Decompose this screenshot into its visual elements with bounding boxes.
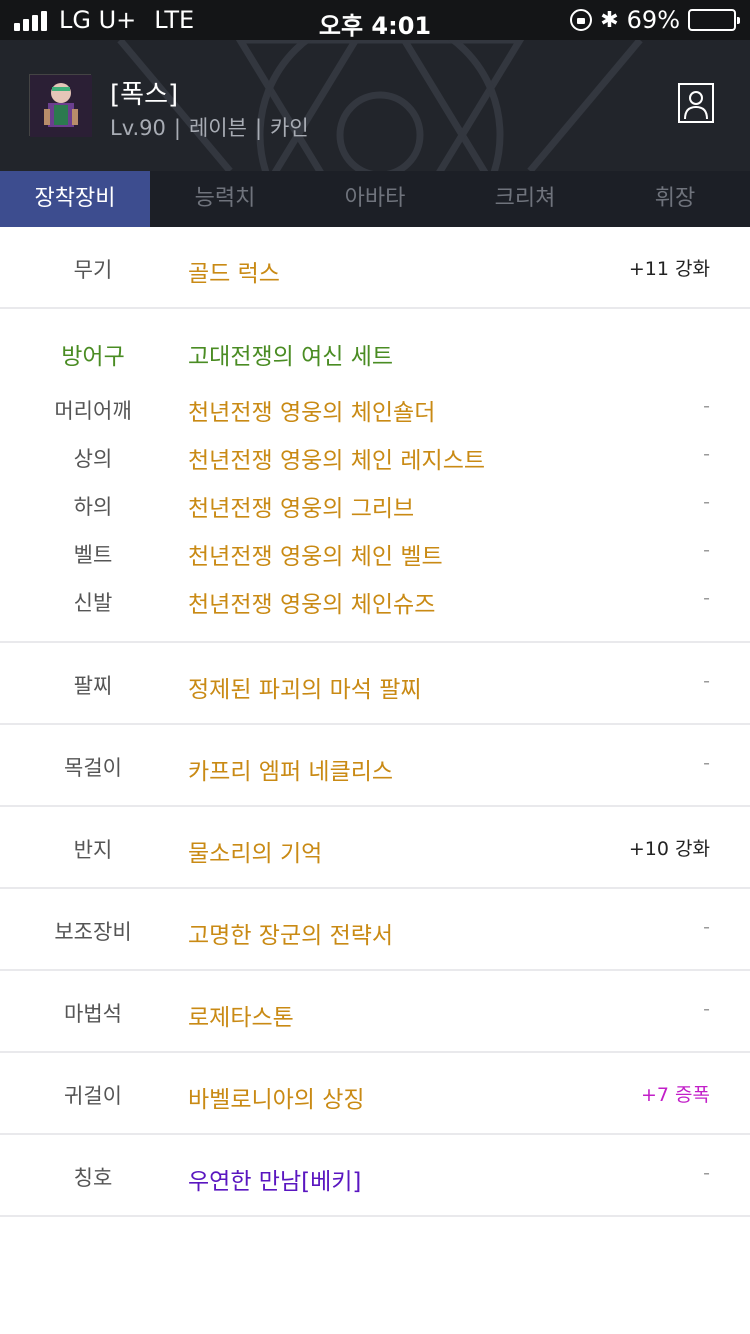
tab-emblem[interactable]: 휘장 bbox=[600, 171, 750, 227]
tab-creature[interactable]: 크리쳐 bbox=[450, 171, 600, 227]
item-enhance: - bbox=[703, 752, 710, 774]
item-name: 정제된 파괴의 마석 팔찌 bbox=[188, 677, 422, 703]
item-enhance: - bbox=[703, 670, 710, 692]
slot-label: 반지 bbox=[73, 838, 113, 862]
equipment-row-magic-stone[interactable]: 마법석 로제타스톤 - bbox=[0, 971, 750, 1053]
tab-bar: 장착장비 능력치 아바타 크리쳐 휘장 bbox=[0, 171, 750, 227]
armor-row-top[interactable]: 상의 천년전쟁 영웅의 체인 레지스트 - bbox=[0, 443, 750, 491]
slot-label: 칭호 bbox=[73, 1166, 113, 1190]
slot-label: 하의 bbox=[73, 495, 113, 519]
equipment-row-ring[interactable]: 반지 물소리의 기억 +10 강화 bbox=[0, 807, 750, 889]
slot-label: 목걸이 bbox=[64, 756, 122, 780]
slot-label: 신발 bbox=[73, 591, 113, 615]
item-name: 천년전쟁 영웅의 체인슈즈 bbox=[188, 592, 436, 618]
item-name: 로제타스톤 bbox=[188, 1005, 294, 1031]
equipment-row-earring[interactable]: 귀걸이 바벨로니아의 상징 +7 증폭 bbox=[0, 1053, 750, 1135]
item-enhance: - bbox=[703, 443, 710, 465]
item-name: 우연한 만남[베키] bbox=[188, 1169, 362, 1195]
equipment-list: 무기 골드 럭스 +11 강화 방어구 고대전쟁의 여신 세트 머리어깨 천년전… bbox=[0, 227, 750, 1217]
tab-avatar[interactable]: 아바타 bbox=[300, 171, 450, 227]
equipment-row-necklace[interactable]: 목걸이 카프리 엠퍼 네클리스 - bbox=[0, 725, 750, 807]
slot-label: 무기 bbox=[73, 258, 113, 282]
item-enhance: - bbox=[703, 491, 710, 513]
character-level: Lv.90 bbox=[110, 116, 166, 140]
slot-label: 상의 bbox=[73, 447, 113, 471]
character-avatar bbox=[29, 74, 92, 137]
slot-label: 보조장비 bbox=[54, 920, 132, 944]
item-amplify: +7 증폭 bbox=[640, 1084, 710, 1106]
person-icon bbox=[684, 91, 708, 120]
equipment-row-title[interactable]: 칭호 우연한 만남[베키] - bbox=[0, 1135, 750, 1217]
armor-row-belt[interactable]: 벨트 천년전쟁 영웅의 체인 벨트 - bbox=[0, 539, 750, 587]
item-name: 물소리의 기억 bbox=[188, 841, 323, 867]
item-enhance: - bbox=[703, 395, 710, 417]
character-name: [폭스] bbox=[110, 80, 179, 110]
tab-equipment[interactable]: 장착장비 bbox=[0, 171, 150, 227]
item-name: 카프리 엠퍼 네클리스 bbox=[188, 759, 394, 785]
tab-stats[interactable]: 능력치 bbox=[150, 171, 300, 227]
equipment-row-weapon[interactable]: 무기 골드 럭스 +11 강화 bbox=[0, 227, 750, 309]
character-sprite-icon bbox=[30, 75, 92, 137]
item-name: 바벨로니아의 상징 bbox=[188, 1087, 365, 1113]
armor-row-bottom[interactable]: 하의 천년전쟁 영웅의 그리브 - bbox=[0, 491, 750, 539]
slot-label: 벨트 bbox=[73, 543, 113, 567]
item-name: 천년전쟁 영웅의 체인 벨트 bbox=[188, 544, 443, 570]
item-name: 고명한 장군의 전략서 bbox=[188, 923, 394, 949]
profile-button[interactable] bbox=[678, 83, 714, 123]
item-name: 천년전쟁 영웅의 체인 레지스트 bbox=[188, 448, 486, 474]
item-name: 천년전쟁 영웅의 그리브 bbox=[188, 496, 415, 522]
armor-section: 방어구 고대전쟁의 여신 세트 머리어깨 천년전쟁 영웅의 체인숄더 - 상의 … bbox=[0, 309, 750, 643]
character-job: 레이븐 bbox=[188, 116, 247, 140]
item-enhance: - bbox=[703, 998, 710, 1020]
battery-percent: 69% bbox=[626, 6, 680, 34]
status-bar: LG U+ LTE 오후 4:01 ✱ 69% bbox=[0, 0, 750, 40]
item-name: 골드 럭스 bbox=[188, 261, 280, 287]
bluetooth-icon: ✱ bbox=[600, 7, 619, 33]
character-server: 카인 bbox=[270, 116, 309, 140]
equipment-row-subweapon[interactable]: 보조장비 고명한 장군의 전략서 - bbox=[0, 889, 750, 971]
item-name: 천년전쟁 영웅의 체인숄더 bbox=[188, 400, 436, 426]
armor-row-shoulder[interactable]: 머리어깨 천년전쟁 영웅의 체인숄더 - bbox=[0, 395, 750, 443]
slot-label: 귀걸이 bbox=[64, 1084, 122, 1108]
slot-label: 마법석 bbox=[64, 1002, 122, 1026]
info-separator: | bbox=[254, 116, 263, 140]
character-info: Lv.90 | 레이븐 | 카인 bbox=[110, 112, 309, 142]
item-enhance: - bbox=[703, 916, 710, 938]
armor-set-name: 고대전쟁의 여신 세트 bbox=[188, 344, 394, 370]
slot-label: 머리어깨 bbox=[54, 399, 132, 423]
item-enhance: - bbox=[703, 539, 710, 561]
status-right: ✱ 69% bbox=[570, 6, 740, 34]
battery-icon bbox=[688, 9, 740, 31]
slot-label: 팔찌 bbox=[73, 674, 113, 698]
character-header: [폭스] Lv.90 | 레이븐 | 카인 bbox=[0, 40, 750, 171]
item-enhance: +11 강화 bbox=[628, 258, 710, 280]
rotation-lock-icon bbox=[570, 9, 593, 31]
equipment-row-bracelet[interactable]: 팔찌 정제된 파괴의 마석 팔찌 - bbox=[0, 643, 750, 725]
armor-slot-label: 방어구 bbox=[61, 344, 125, 370]
item-enhance: - bbox=[703, 1162, 710, 1184]
info-separator: | bbox=[173, 116, 181, 140]
item-enhance: +10 강화 bbox=[628, 838, 710, 860]
item-enhance: - bbox=[703, 587, 710, 609]
armor-row-shoes[interactable]: 신발 천년전쟁 영웅의 체인슈즈 - bbox=[0, 587, 750, 635]
